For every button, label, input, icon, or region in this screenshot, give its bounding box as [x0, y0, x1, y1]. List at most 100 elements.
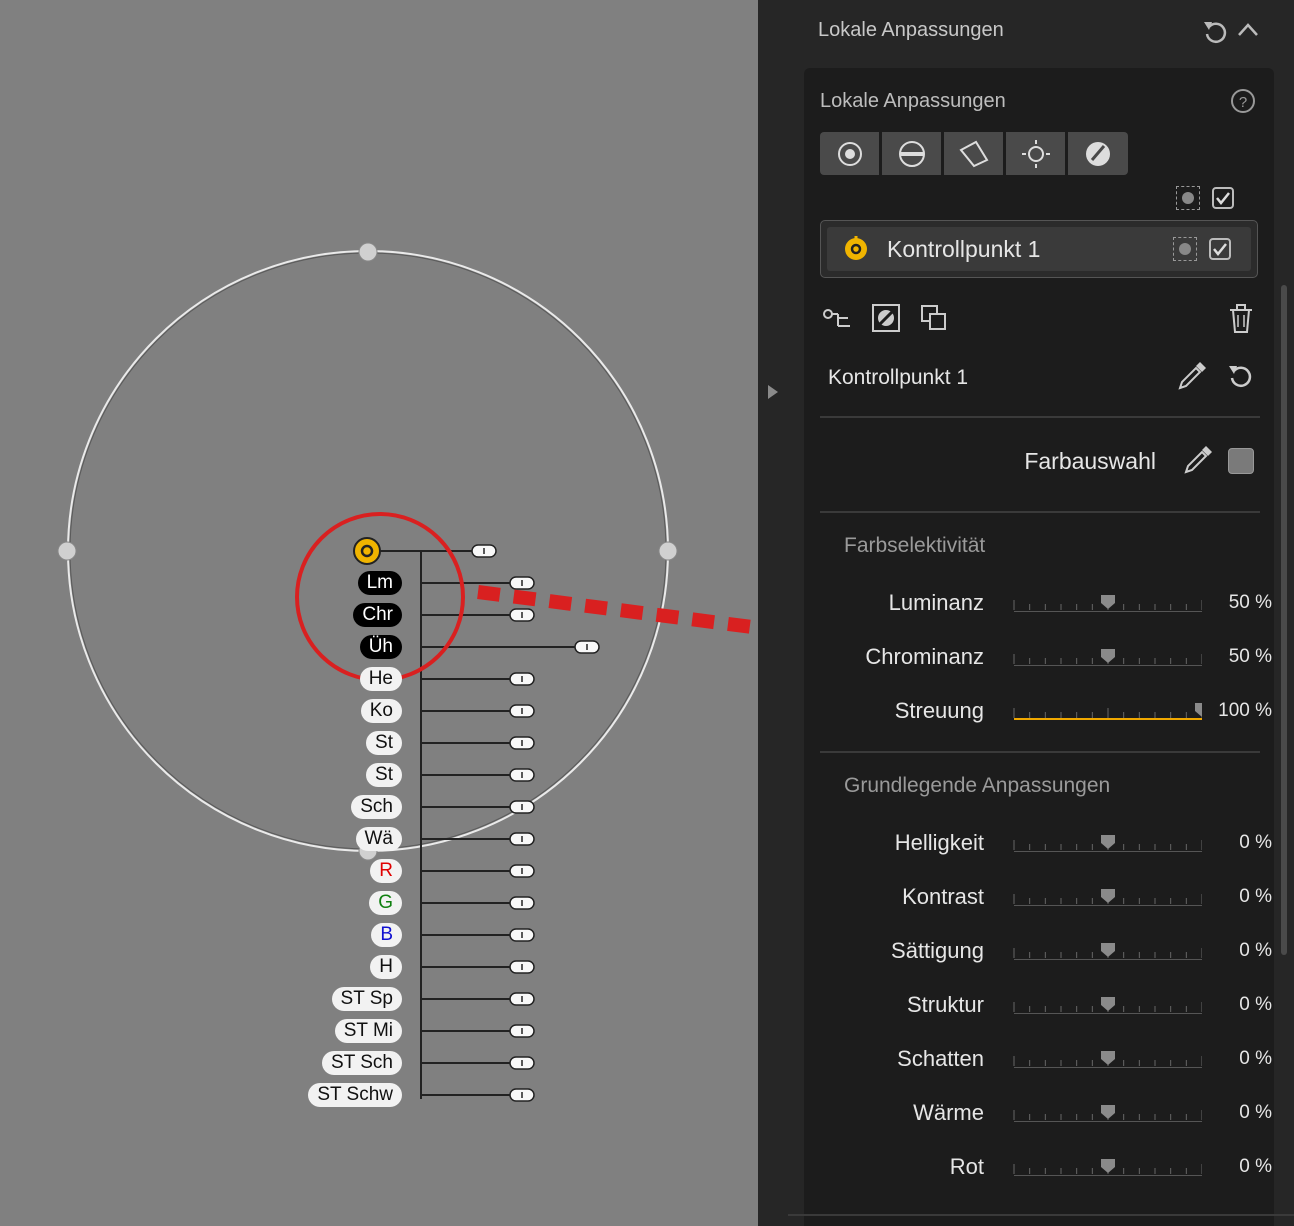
control-point-icon — [845, 236, 867, 260]
point-mask-icon[interactable] — [1173, 237, 1197, 261]
slider-track[interactable] — [1012, 1102, 1202, 1122]
slider-value: 0 % — [1239, 994, 1272, 1015]
panel-scrollbar[interactable] — [1281, 285, 1287, 955]
slider-handle[interactable] — [1101, 1105, 1115, 1119]
slider-track[interactable] — [1012, 886, 1202, 906]
invert-mask-icon[interactable] — [872, 304, 900, 332]
adjustments-panel: Lokale Anpassungen Lokale Anpassungen ? — [788, 0, 1294, 1226]
slider-handle[interactable] — [1101, 595, 1115, 609]
svg-text:?: ? — [1239, 94, 1247, 111]
divider-2 — [820, 511, 1260, 513]
point-enable-checkbox[interactable] — [1209, 238, 1231, 260]
slider-value: 0 % — [1239, 1102, 1272, 1123]
slider-track[interactable] — [1012, 1048, 1202, 1068]
slider-value: 0 % — [1239, 1048, 1272, 1069]
slider-label: Helligkeit — [894, 830, 984, 855]
reset-icon[interactable] — [1202, 18, 1228, 44]
slider-label: Chrominanz — [865, 644, 984, 669]
slider-track[interactable] — [1012, 646, 1202, 666]
slider-value: 0 % — [1239, 940, 1272, 961]
adjustment-tag[interactable]: He — [359, 667, 402, 691]
slider-track[interactable] — [1012, 592, 1202, 612]
adjustment-tag[interactable]: R — [370, 859, 402, 883]
adjustment-tag[interactable]: ST Schw — [308, 1083, 402, 1107]
trash-icon[interactable] — [1228, 304, 1254, 334]
color-swatch[interactable] — [1228, 448, 1254, 474]
adjustment-tag[interactable]: ST Sp — [331, 987, 402, 1011]
slider-label: Schatten — [897, 1046, 984, 1071]
adjustment-tag[interactable]: Lm — [357, 571, 402, 595]
slider-handle[interactable] — [1101, 649, 1115, 663]
reset-point-icon[interactable] — [1228, 362, 1254, 390]
slider-label: Wärme — [913, 1100, 984, 1125]
local-adjustments-card: Lokale Anpassungen ? Kontrollpunkt 1 Kon… — [804, 68, 1274, 1226]
auto-retouch-tool-button[interactable] — [1006, 132, 1065, 175]
slider-label: Rot — [949, 1154, 984, 1179]
adjustment-tag[interactable]: ST Sch — [322, 1051, 402, 1075]
image-canvas[interactable]: Lm Chr Üh He Ko St St Sch Wä R G B H ST Sp ST Mi ST Sch… — [0, 0, 758, 1226]
enable-all-checkbox[interactable] — [1212, 187, 1234, 209]
adjustment-tag[interactable]: St — [366, 731, 402, 755]
adjustment-tag[interactable]: G — [369, 891, 402, 915]
divider-3 — [820, 751, 1260, 753]
slider-handle[interactable] — [1195, 703, 1202, 717]
radius-handle-left[interactable] — [57, 541, 77, 561]
adjustment-tag[interactable]: Chr — [353, 603, 402, 627]
panel-header-title: Lokale Anpassungen — [818, 19, 1004, 41]
slider-label: Struktur — [906, 992, 984, 1017]
adjustment-tag[interactable]: Ko — [360, 699, 402, 723]
slider-track[interactable] — [1012, 994, 1202, 1014]
control-point-tool-button[interactable] — [820, 132, 879, 175]
adjustment-tag[interactable]: ST Mi — [334, 1019, 402, 1043]
slider-value: 0 % — [1239, 1156, 1272, 1177]
adjustment-tag[interactable]: Üh — [359, 635, 402, 659]
key-list-icon[interactable] — [822, 306, 854, 330]
brush-tool-button[interactable] — [1068, 132, 1128, 175]
slider-value: 100 % — [1218, 700, 1272, 721]
section-selectivity-title: Farbselektivität — [844, 534, 986, 557]
collapse-arrow-icon[interactable] — [768, 385, 778, 399]
section-basic-title: Grundlegende Anpassungen — [844, 774, 1111, 797]
slider-label: Luminanz — [888, 590, 984, 615]
slider-track[interactable] — [1012, 940, 1202, 960]
help-icon[interactable]: ? — [1230, 88, 1256, 114]
slider-track[interactable] — [1012, 832, 1202, 852]
chevron-up-icon[interactable] — [1236, 20, 1260, 40]
slider-handle[interactable] — [1101, 997, 1115, 1011]
slider-value: 0 % — [1239, 886, 1272, 907]
slider-handle[interactable] — [1101, 943, 1115, 957]
control-point-list-item[interactable]: Kontrollpunkt 1 — [827, 227, 1251, 271]
control-point-handle[interactable] — [353, 537, 381, 565]
slider-label: Streuung — [894, 698, 984, 723]
slider-track[interactable] — [1012, 1156, 1202, 1176]
divider-1 — [820, 416, 1260, 418]
adjustment-tag[interactable]: Sch — [351, 795, 402, 819]
slider-value: 50 % — [1228, 592, 1272, 613]
color-picker-icon[interactable] — [1182, 444, 1214, 476]
radius-handle-right[interactable] — [658, 541, 678, 561]
point-title: Kontrollpunkt 1 — [828, 366, 969, 389]
slider-track[interactable] — [1012, 700, 1202, 720]
slider-handle[interactable] — [1101, 889, 1115, 903]
adjustment-tag[interactable]: Wä — [355, 827, 402, 851]
panel-divider[interactable] — [758, 0, 788, 1226]
slider-handle[interactable] — [1101, 1159, 1115, 1173]
card-title: Lokale Anpassungen — [820, 90, 1006, 112]
slider-value: 50 % — [1228, 646, 1272, 667]
control-point-name: Kontrollpunkt 1 — [887, 236, 1041, 262]
slider-handle[interactable] — [1101, 1051, 1115, 1065]
eyedropper-icon[interactable] — [1176, 360, 1208, 392]
duplicate-icon[interactable] — [920, 304, 948, 332]
polygon-tool-button[interactable] — [944, 132, 1003, 175]
adjustment-tag[interactable]: H — [370, 955, 402, 979]
adjustment-tag[interactable]: B — [371, 923, 402, 947]
slider-handle[interactable] — [1101, 835, 1115, 849]
slider-value: 0 % — [1239, 832, 1272, 853]
slider-label: Kontrast — [902, 884, 984, 909]
color-pick-label: Farbauswahl — [1024, 448, 1156, 474]
show-mask-icon[interactable] — [1176, 186, 1200, 210]
radius-handle-top[interactable] — [358, 242, 378, 262]
selection-tool-button[interactable] — [882, 132, 941, 175]
adjustment-tag[interactable]: St — [366, 763, 402, 787]
control-point-list: Kontrollpunkt 1 — [820, 220, 1258, 278]
